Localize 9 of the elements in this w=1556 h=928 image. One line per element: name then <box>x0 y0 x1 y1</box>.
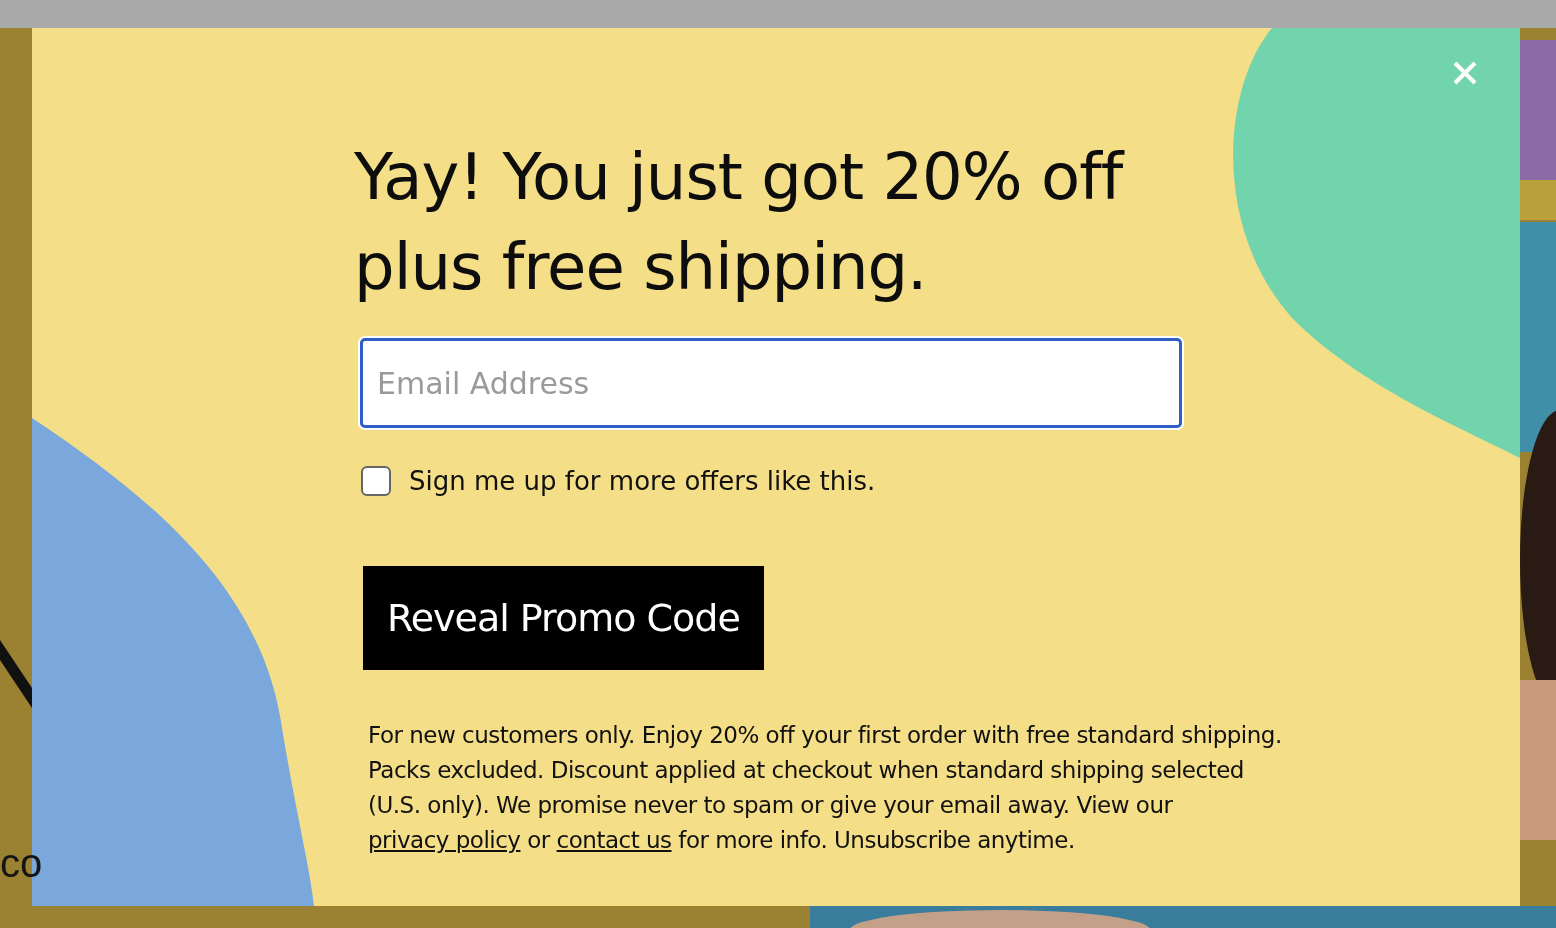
promo-heading: Yay! You just got 20% off plus free shipping. <box>354 139 1126 306</box>
close-icon <box>1452 60 1478 86</box>
signup-label: Sign me up for more offers like this. <box>409 466 876 496</box>
policy-link[interactable]: contact us <box>556 827 672 853</box>
fine-print: For new customers only. Enjoy 20% off your first order with free standard shipping. Packs excluded. Discount applied at checkout when standard shipping selected (U.S. only). We promise never to spam or give your email away. View our privacy policy or contact us for more info. Unsubscribe anytime. <box>368 721 1283 855</box>
reveal-button[interactable]: Reveal Promo Code <box>363 566 764 670</box>
policy-link[interactable]: privacy policy <box>368 827 521 853</box>
signup-checkbox[interactable] <box>361 466 391 496</box>
email-field[interactable]: Email Address <box>360 338 1182 428</box>
